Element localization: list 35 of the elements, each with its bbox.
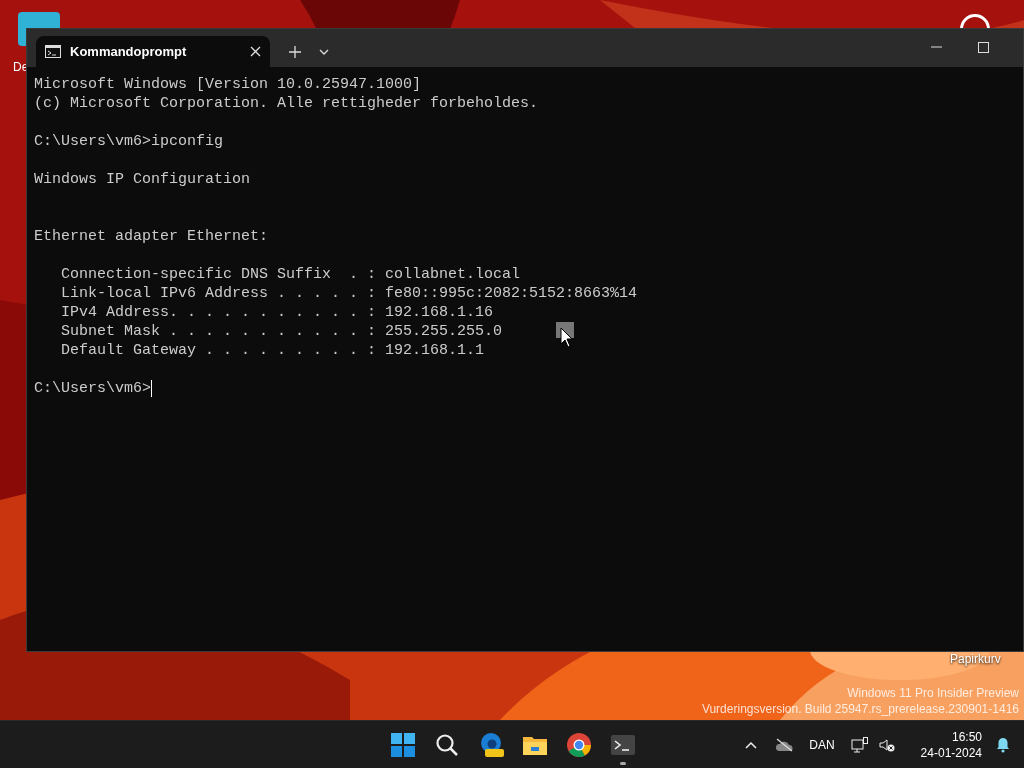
- search-icon: [435, 733, 459, 757]
- network-icon[interactable]: [850, 737, 869, 753]
- cloud-off-icon[interactable]: [775, 738, 794, 752]
- terminal-line: Windows IP Configuration: [34, 170, 251, 189]
- start-icon: [391, 733, 415, 757]
- clock[interactable]: 16:50 24-01-2024: [920, 729, 982, 761]
- close-tab-icon[interactable]: [250, 46, 261, 57]
- command-prompt: C:\Users\vm6>: [34, 379, 152, 398]
- terminal-line: Ethernet adapter Ethernet:: [34, 227, 269, 246]
- terminal-line: Microsoft Windows [Version 10.0.25947.1000]: [34, 75, 422, 94]
- bell-icon[interactable]: [996, 737, 1010, 753]
- terminal-line: Subnet Mask . . . . . . . . . . . : 255.255.255.0: [60, 322, 503, 341]
- watermark-text: Vurderingsversion. Build 25947.rs_prerelease.230901-1416: [701, 701, 1019, 717]
- new-tab-icon[interactable]: [289, 45, 301, 58]
- mouse-cursor-icon: [556, 322, 574, 348]
- browser-icon: [566, 732, 592, 758]
- chevron-up-icon[interactable]: [745, 741, 758, 749]
- terminal-line: C:\Users\vm6>ipconfig: [34, 132, 224, 151]
- desktop-icon-label: Papirkurv: [950, 652, 1001, 666]
- tab[interactable]: Kommandoprompt: [36, 36, 270, 67]
- browser-icon: [478, 732, 504, 758]
- dropdown-icon[interactable]: [319, 48, 329, 55]
- maximize-icon[interactable]: [978, 41, 989, 53]
- terminal-line: Default Gateway . . . . . . . . . : 192.168.1.1: [60, 341, 485, 360]
- terminal-line: IPv4 Address. . . . . . . . . . . : 192.168.1.16: [60, 303, 494, 322]
- speaker-muted-icon[interactable]: [878, 738, 895, 752]
- terminal-icon: [611, 735, 635, 755]
- terminal-line: (c) Microsoft Corporation. Alle rettigheder forbeholdes.: [34, 94, 539, 113]
- watermark-text: Windows 11 Pro Insider Preview: [847, 685, 1019, 701]
- terminal-icon: [45, 45, 61, 58]
- terminal-line: Link-local IPv6 Address . . . . . : fe80::995c:2082:5152:8663%14: [60, 284, 638, 303]
- language-indicator[interactable]: DAN: [809, 736, 835, 754]
- folder-icon: [522, 734, 548, 756]
- terminal-line: Connection-specific DNS Suffix . : collabnet.local: [60, 265, 521, 284]
- text-cursor: [151, 380, 153, 397]
